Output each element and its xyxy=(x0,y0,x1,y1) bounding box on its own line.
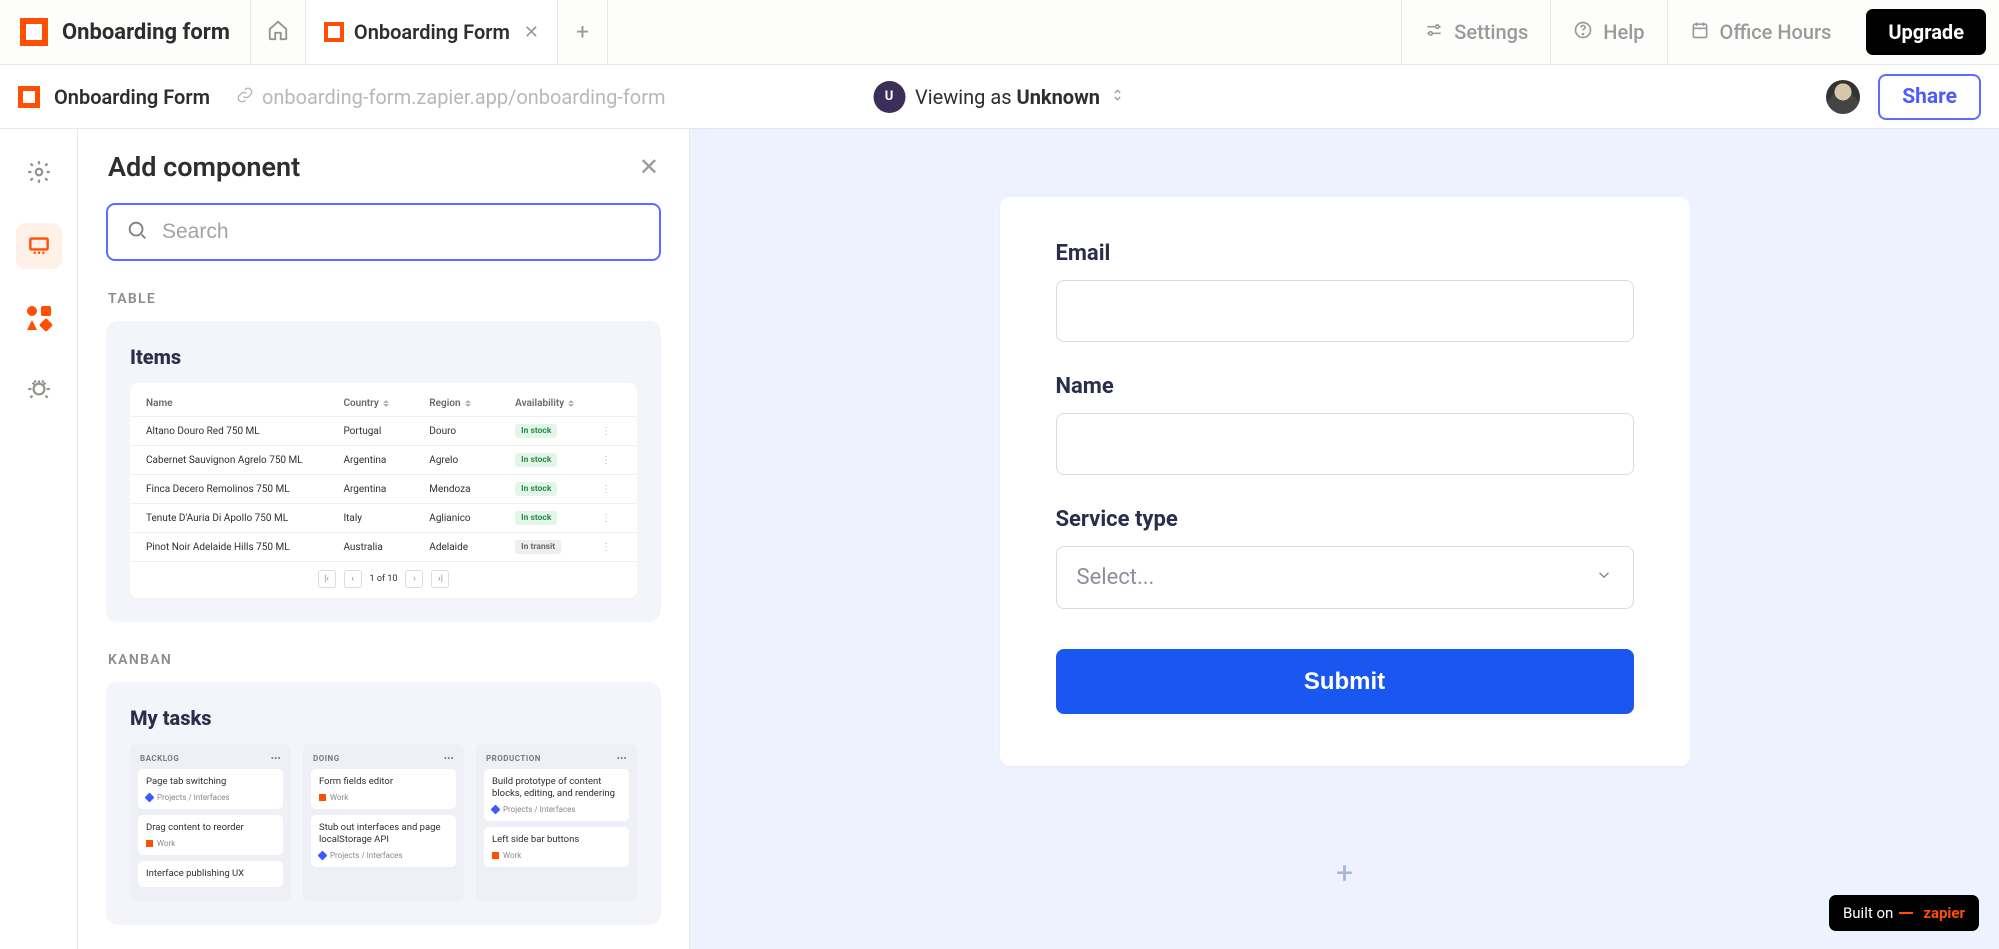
field-label-service-type: Service type xyxy=(1056,507,1634,532)
pager-next[interactable]: › xyxy=(405,570,423,588)
table-preview: Name Country Region Availability Altano … xyxy=(130,383,637,598)
search-icon xyxy=(126,219,148,245)
tab-title: Onboarding Form xyxy=(354,20,510,44)
kanban-card: Page tab switchingProjects / Interfaces xyxy=(138,769,283,809)
user-avatar[interactable] xyxy=(1826,80,1860,114)
tab-onboarding-form[interactable]: Onboarding Form ✕ xyxy=(306,0,558,64)
page-url[interactable]: onboarding-form.zapier.app/onboarding-fo… xyxy=(236,85,666,109)
table-header-row: Name Country Region Availability xyxy=(130,391,637,417)
tabs: Onboarding Form ✕ + xyxy=(306,0,608,64)
table-pager: |‹ ‹ 1 of 10 › ›| xyxy=(130,562,637,588)
submit-button[interactable]: Submit xyxy=(1056,649,1634,714)
kanban-column: BACKLOG•••Page tab switchingProjects / I… xyxy=(130,744,291,901)
built-on-badge[interactable]: Built on zapier xyxy=(1829,895,1979,931)
top-bar: Onboarding form Onboarding Form ✕ + Sett… xyxy=(0,0,1999,65)
select-placeholder: Select... xyxy=(1077,565,1155,590)
tab-logo-icon xyxy=(324,22,344,42)
add-component-button[interactable]: + xyxy=(1336,856,1353,891)
rail-components[interactable] xyxy=(16,223,62,269)
pager-prev[interactable]: ‹ xyxy=(344,570,362,588)
chevron-down-icon xyxy=(1595,565,1613,590)
panel-title: Add component xyxy=(108,151,300,183)
office-hours-button[interactable]: Office Hours xyxy=(1667,0,1854,64)
rail-shapes[interactable] xyxy=(16,295,62,341)
kanban-card: Left side bar buttonsWork xyxy=(484,827,629,867)
search-input[interactable] xyxy=(162,220,641,244)
kanban-preview: BACKLOG•••Page tab switchingProjects / I… xyxy=(130,744,637,901)
add-component-panel: Add component ✕ TABLE Items Name Country… xyxy=(78,129,690,949)
table-row: Altano Douro Red 750 MLPortugalDouroIn s… xyxy=(130,417,637,446)
service-type-select[interactable]: Select... xyxy=(1056,546,1634,609)
field-label-email: Email xyxy=(1056,241,1634,266)
app-title: Onboarding form xyxy=(62,20,230,45)
kanban-card: Stub out interfaces and page localStorag… xyxy=(311,815,456,867)
component-card-kanban[interactable]: My tasks BACKLOG•••Page tab switchingPro… xyxy=(106,682,661,925)
share-button[interactable]: Share xyxy=(1878,74,1981,120)
page-bar-right: Share xyxy=(1826,74,1981,120)
kanban-card: Drag content to reorderWork xyxy=(138,815,283,855)
kanban-column: PRODUCTION•••Build prototype of content … xyxy=(476,744,637,901)
page-logo-icon xyxy=(18,86,40,108)
kanban-card: Form fields editorWork xyxy=(311,769,456,809)
chevron-updown-icon xyxy=(1110,87,1126,107)
help-label: Help xyxy=(1603,20,1644,44)
settings-button[interactable]: Settings xyxy=(1401,0,1550,64)
link-icon xyxy=(236,85,254,109)
rail-settings[interactable] xyxy=(16,151,62,197)
gear-icon xyxy=(26,159,52,189)
viewer-text: Viewing as Unknown xyxy=(915,85,1100,109)
calendar-icon xyxy=(1690,20,1710,45)
new-tab-button[interactable]: + xyxy=(558,0,608,64)
form-card[interactable]: Email Name Service type Select... Submit xyxy=(1000,197,1690,766)
app-identity: Onboarding form xyxy=(0,0,250,64)
canvas[interactable]: Email Name Service type Select... Submit… xyxy=(690,129,1999,949)
component-card-table[interactable]: Items Name Country Region Availability A… xyxy=(106,321,661,622)
app-logo-icon xyxy=(20,18,48,46)
zapier-mark-icon xyxy=(1899,912,1913,914)
field-label-name: Name xyxy=(1056,374,1634,399)
page-bar: Onboarding Form onboarding-form.zapier.a… xyxy=(0,65,1999,129)
name-field[interactable] xyxy=(1056,413,1634,475)
category-kanban: KANBAN xyxy=(108,652,661,668)
viewer-switcher[interactable]: U Viewing as Unknown xyxy=(873,81,1126,113)
tab-close-button[interactable]: ✕ xyxy=(520,22,539,43)
layout-icon xyxy=(26,231,52,261)
help-icon xyxy=(1573,20,1593,45)
card-title: Items xyxy=(130,345,637,369)
side-rail xyxy=(0,129,78,949)
table-row: Tenute D'Auria Di Apollo 750 MLItalyAgli… xyxy=(130,504,637,533)
pager-first[interactable]: |‹ xyxy=(318,570,336,588)
card-title: My tasks xyxy=(130,706,637,730)
pager-last[interactable]: ›| xyxy=(431,570,449,588)
rail-debug[interactable] xyxy=(16,367,62,413)
page-url-text: onboarding-form.zapier.app/onboarding-fo… xyxy=(262,85,666,109)
page-identity: Onboarding Form onboarding-form.zapier.a… xyxy=(18,85,666,109)
kanban-card: Build prototype of content blocks, editi… xyxy=(484,769,629,821)
panel-close-button[interactable]: ✕ xyxy=(639,153,659,181)
topbar-actions: Settings Help Office Hours Upgrade xyxy=(1401,0,1999,64)
page-title[interactable]: Onboarding Form xyxy=(54,85,210,109)
component-search[interactable] xyxy=(106,203,661,261)
kanban-card: Interface publishing UX xyxy=(138,861,283,887)
category-table: TABLE xyxy=(108,291,661,307)
sliders-icon xyxy=(1424,20,1444,45)
help-button[interactable]: Help xyxy=(1550,0,1666,64)
viewer-badge: U xyxy=(873,81,905,113)
upgrade-button[interactable]: Upgrade xyxy=(1866,9,1986,55)
table-row: Finca Decero Remolinos 750 MLArgentinaMe… xyxy=(130,475,637,504)
table-row: Pinot Noir Adelaide Hills 750 MLAustrali… xyxy=(130,533,637,562)
shapes-icon xyxy=(27,306,51,330)
kanban-column: DOING•••Form fields editorWorkStub out i… xyxy=(303,744,464,901)
home-button[interactable] xyxy=(250,0,306,64)
email-field[interactable] xyxy=(1056,280,1634,342)
settings-label: Settings xyxy=(1454,20,1528,44)
bug-icon xyxy=(26,375,52,405)
table-row: Cabernet Sauvignon Agrelo 750 MLArgentin… xyxy=(130,446,637,475)
pager-label: 1 of 10 xyxy=(370,574,398,584)
office-hours-label: Office Hours xyxy=(1720,20,1832,44)
home-icon xyxy=(267,19,289,45)
